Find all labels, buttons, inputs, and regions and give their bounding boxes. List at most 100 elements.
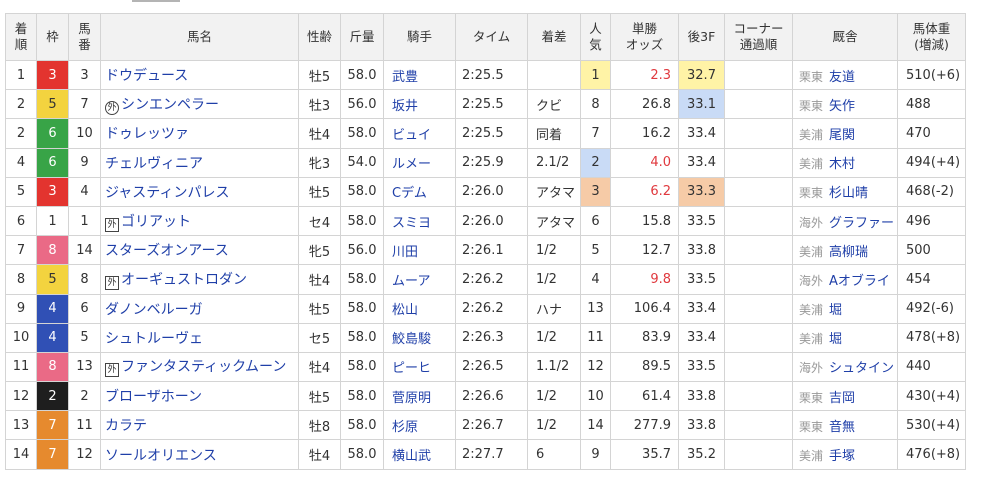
header-label: 馬体重 [912, 21, 951, 36]
horse-name-link[interactable]: オーギュストロダン [121, 272, 247, 288]
sex-age: 牡5 [298, 381, 341, 412]
horse-name-link[interactable]: ファンタスティックムーン [121, 359, 286, 375]
horse-name-link[interactable]: シュトルーヴェ [105, 331, 203, 347]
trainer-link[interactable]: 高柳瑞 [829, 245, 868, 260]
horse-name-link[interactable]: ゴリアット [121, 214, 191, 230]
horse-name-cell: チェルヴィニア [100, 147, 299, 178]
jockey-cell: ムーア [383, 264, 456, 295]
header-margin: 着差 [527, 13, 581, 61]
jockey-link[interactable]: 武豊 [392, 70, 418, 85]
frame-badge: 2 [36, 381, 69, 412]
trainer-link[interactable]: 尾関 [829, 128, 855, 143]
trainer-link[interactable]: 音無 [829, 420, 855, 435]
horse-name-link[interactable]: ブローザホーン [105, 389, 202, 405]
trainer-link[interactable]: 堀 [829, 332, 842, 347]
jockey-link[interactable]: スミヨ [392, 216, 431, 231]
trainer-link[interactable]: 手塚 [829, 449, 855, 464]
last-3f: 33.3 [678, 176, 725, 207]
horse-number: 9 [68, 147, 101, 178]
finish-rank: 10 [5, 322, 37, 353]
stable-area: 美浦 [799, 449, 824, 464]
margin: 1/2 [527, 381, 581, 412]
jockey-cell: 武豊 [383, 59, 456, 91]
horse-name-cell: ソールオリエンス [100, 439, 299, 470]
horse-name-link[interactable]: ドゥレッツァ [105, 126, 189, 142]
header-jockey: 騎手 [383, 13, 456, 61]
trainer-link[interactable]: 友道 [829, 70, 855, 85]
horse-name-link[interactable]: ドウデュース [105, 68, 188, 84]
corner-positions [724, 147, 793, 178]
trainer-link[interactable]: 矢作 [829, 99, 855, 114]
frame-badge: 8 [36, 235, 69, 266]
result-row: 2 6 10 ドゥレッツァ 牡4 58.0 ビュイ 2:25.5 同着 7 16… [5, 118, 966, 149]
last-3f: 33.5 [678, 264, 725, 295]
jockey-link[interactable]: 川田 [392, 245, 418, 260]
stable-area: 海外 [799, 215, 824, 230]
carried-weight: 58.0 [340, 205, 384, 237]
stable-cell: 美浦堀 [792, 322, 898, 353]
trainer-link[interactable]: 木村 [829, 157, 855, 172]
horse-name-cell: ドウデュース [100, 59, 299, 91]
jockey-link[interactable]: 杉原 [392, 420, 418, 435]
win-odds: 277.9 [610, 410, 679, 441]
body-weight: 494(+4) [897, 147, 966, 178]
trainer-link[interactable]: Aオブライ [829, 274, 890, 289]
jockey-link[interactable]: 鮫島駿 [392, 332, 431, 347]
body-weight: 476(+8) [897, 439, 966, 470]
jockey-link[interactable]: ルメー [392, 157, 431, 172]
jockey-link[interactable]: ビュイ [392, 128, 431, 143]
header-last-3f: 後3F [678, 13, 725, 61]
result-row: 13 7 11 カラテ 牡8 58.0 杉原 2:26.7 1/2 14 277… [5, 410, 966, 441]
jockey-link[interactable]: Cデム [392, 186, 427, 201]
margin: 1/2 [527, 264, 581, 295]
header-label: 単勝 [631, 21, 657, 36]
jockey-link[interactable]: 松山 [392, 303, 418, 318]
carried-weight: 58.0 [340, 381, 384, 412]
finish-rank: 2 [5, 118, 37, 149]
finish-rank: 11 [5, 351, 37, 383]
stable-cell: 栗東 矢作 [792, 89, 898, 120]
finish-time: 2:25.9 [455, 147, 528, 178]
jockey-link[interactable]: ピーヒ [392, 361, 431, 376]
result-row: 14 7 12 ソールオリエンス 牡4 58.0 横山武 2:27.7 6 9 … [5, 439, 966, 470]
finish-rank: 7 [5, 235, 37, 266]
horse-name-link[interactable]: スターズオンアース [105, 243, 229, 259]
jockey-cell: ルメー [383, 147, 456, 178]
finish-rank: 2 [5, 89, 37, 120]
horse-name-cell: ジャスティンパレス [100, 176, 299, 207]
jockey-link[interactable]: 菅原明 [392, 391, 431, 406]
race-result-table: 着順 枠 馬番 馬名 性齢 斤量 騎手 タイム 着差 人気 単勝 オッズ 後3F … [5, 13, 966, 470]
stable-cell: 美浦 高柳瑞 [792, 235, 898, 266]
horse-name-link[interactable]: シンエンペラー [121, 97, 219, 113]
jockey-link[interactable]: 坂井 [392, 99, 418, 114]
last-3f: 33.8 [678, 410, 725, 441]
jockey-link[interactable]: 横山武 [392, 449, 431, 464]
header-body-weight: 馬体重 (増減) [897, 13, 966, 61]
last-3f: 33.5 [678, 351, 725, 383]
horse-name-link[interactable]: ジャスティンパレス [105, 185, 229, 201]
margin: クビ [527, 89, 581, 120]
trainer-link[interactable]: グラファー [829, 216, 894, 231]
stable-area: 美浦 [799, 303, 824, 318]
stable-cell: 栗東 音無 [792, 410, 898, 441]
stable-area: 美浦 [799, 157, 824, 172]
horse-number: 5 [68, 322, 101, 353]
body-weight: 510(+6) [897, 59, 966, 91]
header-label: 後3F [687, 29, 716, 44]
trainer-link[interactable]: 堀 [829, 303, 842, 318]
last-3f: 33.4 [678, 147, 725, 178]
trainer-link[interactable]: 杉山晴 [829, 186, 868, 201]
finish-rank: 4 [5, 147, 37, 178]
jockey-cell: ピーヒ [383, 351, 456, 383]
jockey-link[interactable]: ムーア [392, 274, 430, 289]
horse-name-link[interactable]: チェルヴィニア [105, 156, 203, 172]
horse-name-link[interactable]: ダノンベルーガ [105, 302, 203, 318]
result-row: 12 2 2 ブローザホーン 牡5 58.0 菅原明 2:26.6 1/2 10… [5, 381, 966, 412]
margin: 同着 [527, 118, 581, 149]
horse-name-link[interactable]: カラテ [105, 418, 147, 434]
last-3f: 33.5 [678, 205, 725, 237]
trainer-link[interactable]: 吉岡 [829, 391, 855, 406]
frame-badge: 4 [36, 322, 69, 353]
horse-name-link[interactable]: ソールオリエンス [105, 448, 217, 464]
trainer-link[interactable]: シュタイン [829, 361, 894, 376]
